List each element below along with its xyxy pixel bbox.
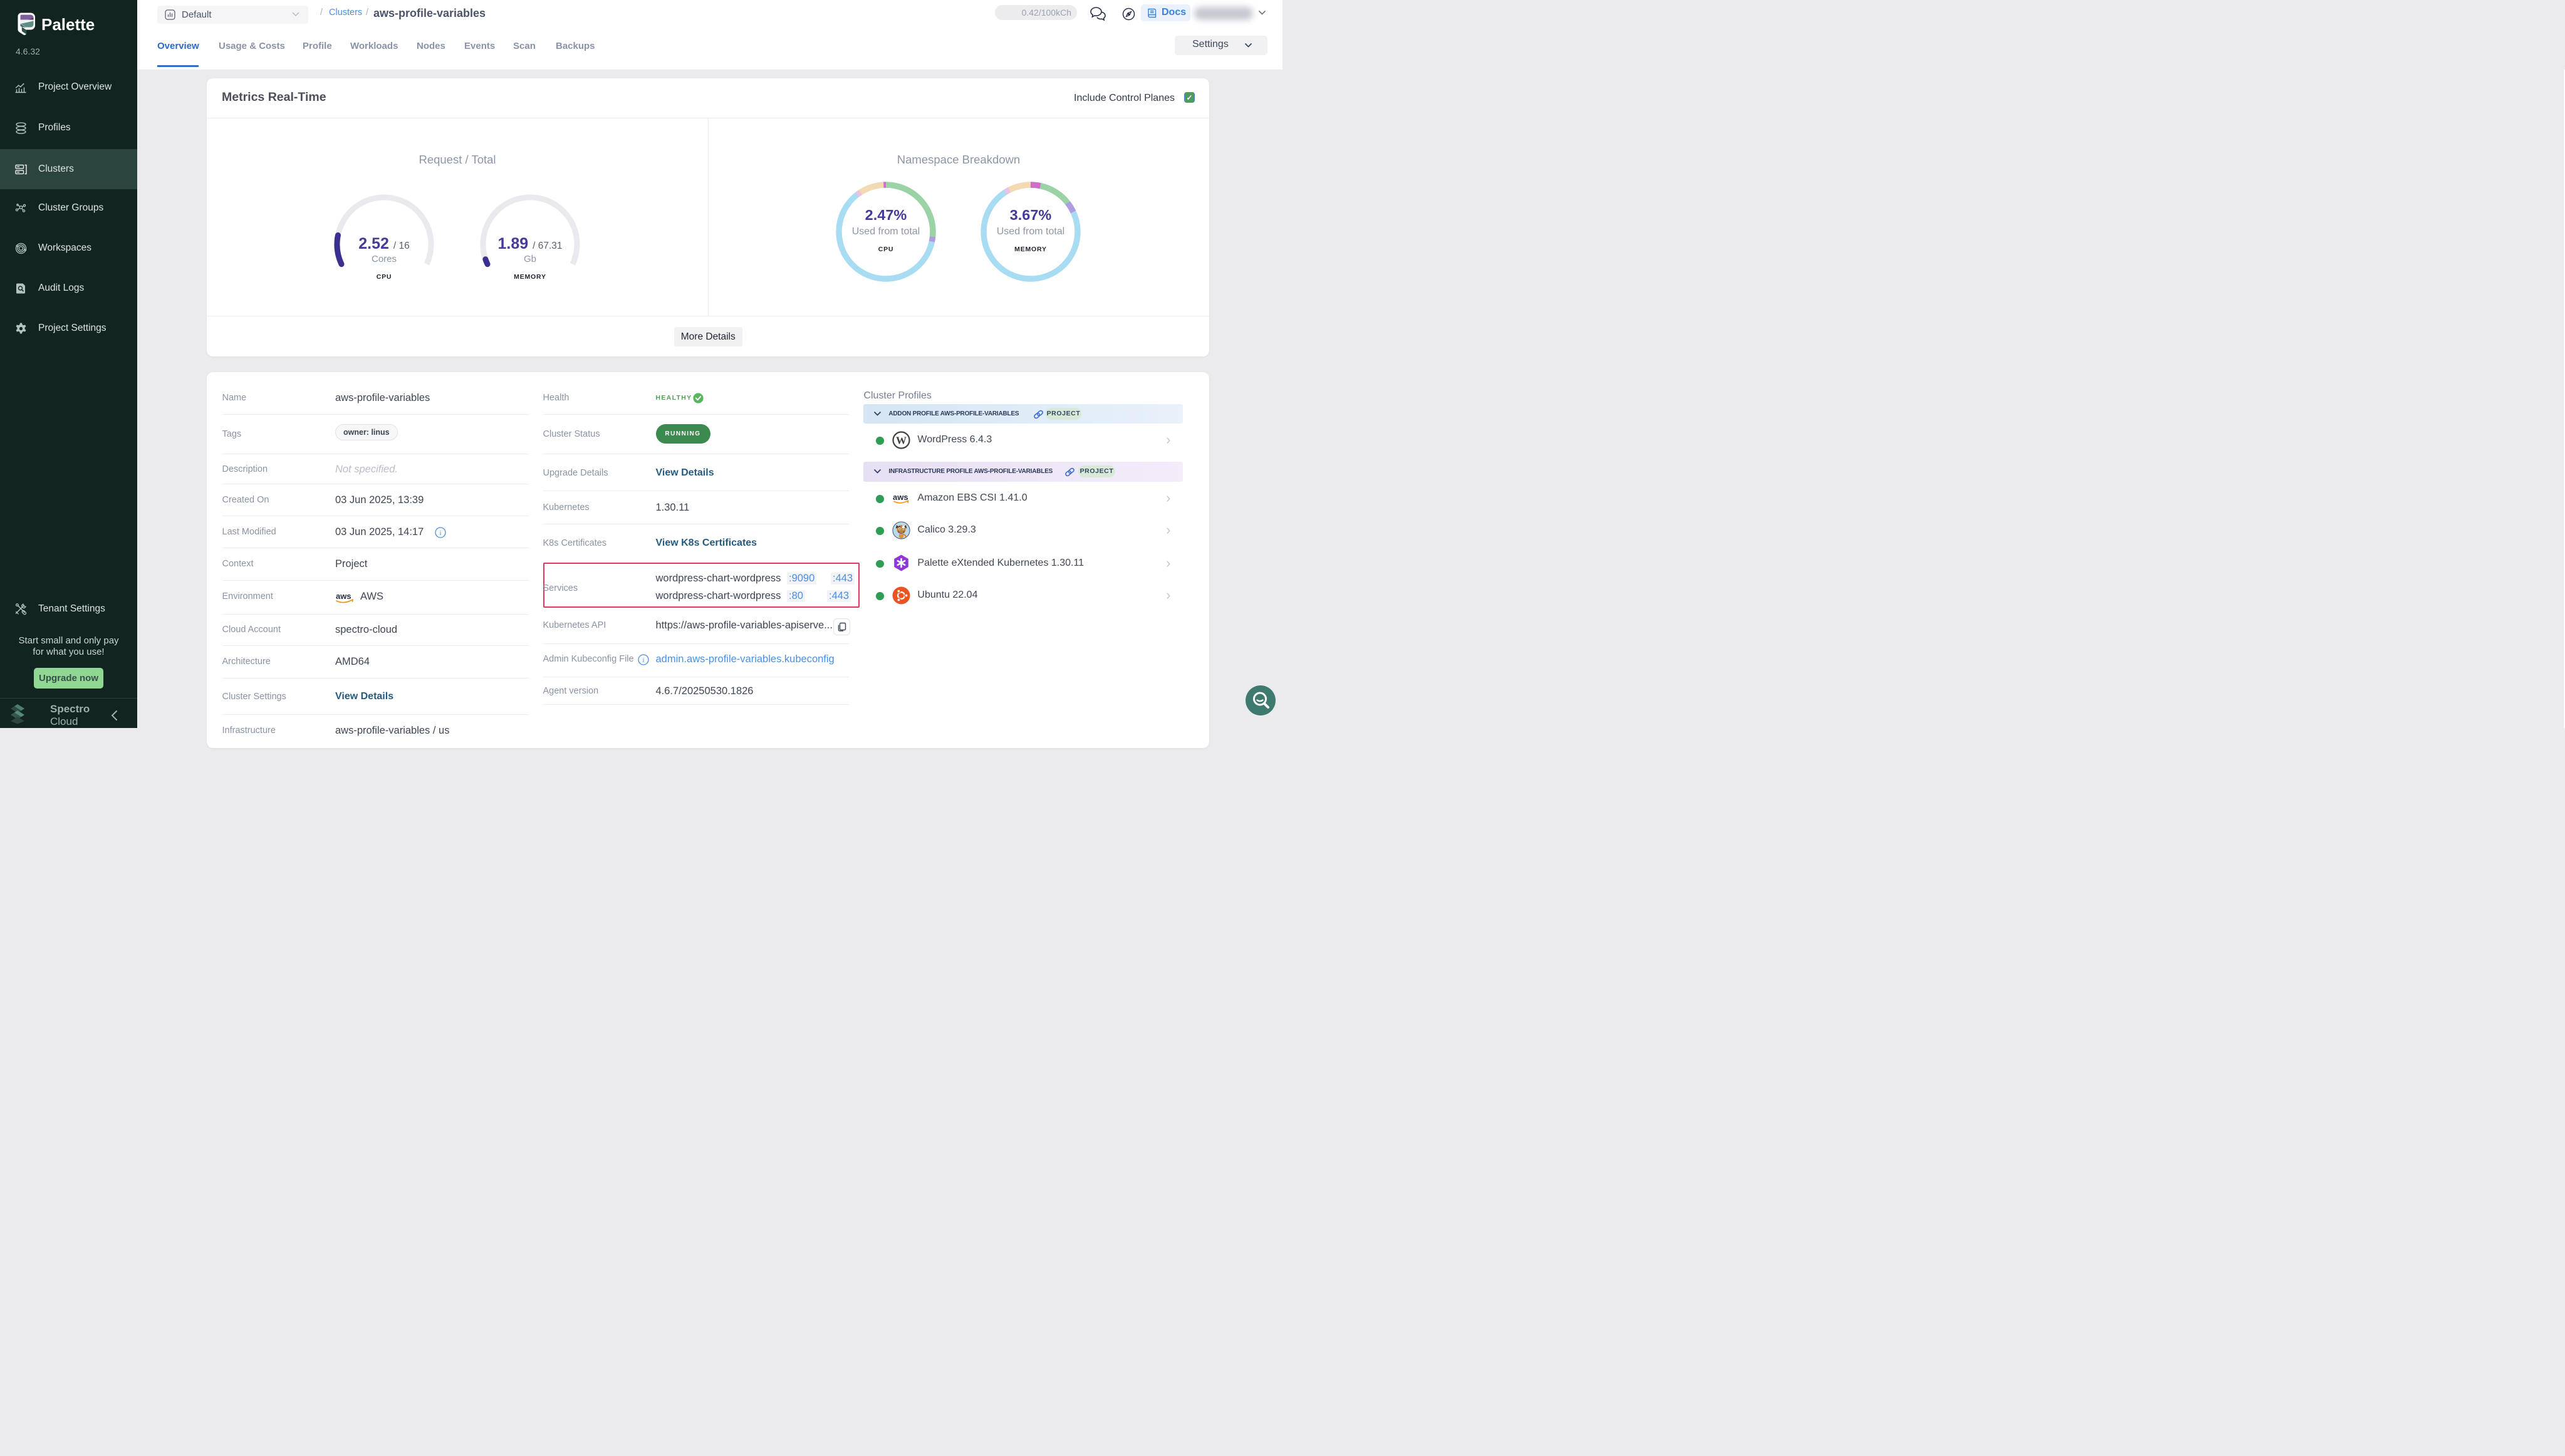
svg-text:i: i	[439, 529, 441, 537]
svg-text:aws: aws	[893, 492, 908, 502]
svg-text:W: W	[896, 435, 907, 447]
svg-text:i: i	[642, 657, 644, 664]
svg-text:aws: aws	[336, 591, 351, 601]
